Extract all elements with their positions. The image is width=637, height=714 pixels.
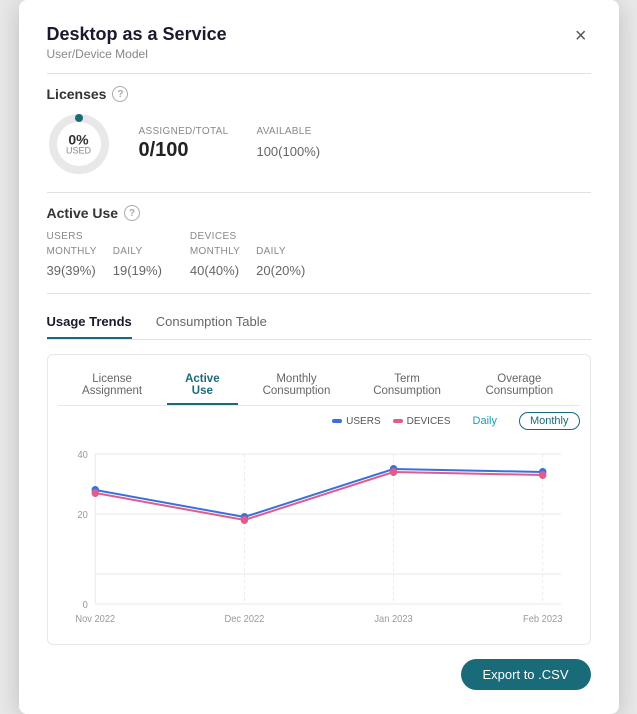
available-number: 100	[256, 144, 278, 159]
main-tabs: Usage Trends Consumption Table	[47, 306, 591, 340]
line-chart-svg: 40 20 0	[58, 434, 580, 634]
assigned-label: ASSIGNED/TOTAL	[139, 126, 229, 137]
chart-tab-monthly-consumption[interactable]: Monthly Consumption	[238, 369, 355, 405]
legend-devices: DEVICES	[393, 416, 451, 427]
daily-button[interactable]: Daily	[463, 413, 507, 429]
legend-users-label: USERS	[346, 416, 380, 427]
modal-title: Desktop as a Service	[47, 24, 227, 45]
donut-chart: 0% USED	[47, 112, 111, 176]
donut-used: USED	[66, 147, 91, 156]
modal-title-block: Desktop as a Service User/Device Model	[47, 24, 227, 61]
legend-devices-dot	[393, 419, 403, 423]
chart-area: 40 20 0	[58, 434, 580, 634]
devices-line	[95, 472, 542, 520]
chart-tab-license-assignment[interactable]: License Assignment	[58, 369, 167, 405]
svg-text:Jan 2023: Jan 2023	[374, 614, 412, 625]
tab-usage-trends[interactable]: Usage Trends	[47, 306, 132, 339]
chart-tabs: License Assignment Active Use Monthly Co…	[58, 369, 580, 405]
export-button[interactable]: Export to .CSV	[461, 659, 591, 690]
licenses-label: Licenses	[47, 86, 107, 102]
assigned-stat: ASSIGNED/TOTAL 0/100	[139, 126, 229, 162]
header-divider	[47, 73, 591, 74]
chart-tab-active-use[interactable]: Active Use	[167, 369, 238, 405]
devices-dot-2	[240, 516, 247, 524]
devices-monthly-label: MONTHLY	[190, 246, 240, 257]
legend-devices-label: DEVICES	[407, 416, 451, 427]
available-pct: (100%)	[278, 144, 320, 159]
users-daily-value: 19(19%)	[113, 258, 162, 281]
devices-daily-pct: (20%)	[271, 263, 306, 278]
active-use-help-icon[interactable]: ?	[124, 205, 140, 221]
devices-dot-3	[389, 468, 396, 476]
users-daily-pct: (19%)	[127, 263, 162, 278]
licenses-section-title: Licenses ?	[47, 86, 591, 102]
users-daily-number: 19	[113, 263, 127, 278]
active-use-divider	[47, 293, 591, 294]
available-label: AVAILABLE	[256, 126, 320, 137]
devices-daily-number: 20	[256, 263, 270, 278]
modal-subtitle: User/Device Model	[47, 47, 227, 61]
devices-dot-4	[538, 471, 545, 479]
assigned-value: 0/100	[139, 139, 229, 162]
svg-text:40: 40	[77, 450, 87, 461]
users-line	[95, 469, 542, 517]
users-monthly-value: 39(39%)	[47, 258, 97, 281]
users-monthly-label: MONTHLY	[47, 246, 97, 257]
chart-tab-term-consumption[interactable]: Term Consumption	[355, 369, 459, 405]
tab-consumption-table[interactable]: Consumption Table	[156, 306, 267, 339]
devices-dot-1	[91, 489, 98, 497]
svg-text:20: 20	[77, 510, 87, 521]
svg-text:Feb 2023: Feb 2023	[523, 614, 562, 625]
chart-tabs-legend-row: License Assignment Active Use Monthly Co…	[58, 369, 580, 406]
users-stats: MONTHLY 39(39%) DAILY 19(19%)	[47, 246, 162, 281]
devices-monthly-stat: MONTHLY 40(40%)	[190, 246, 240, 281]
devices-monthly-number: 40	[190, 263, 204, 278]
devices-group-label: DEVICES	[190, 231, 305, 242]
close-button[interactable]: ×	[571, 24, 591, 48]
available-stat: AVAILABLE 100(100%)	[256, 126, 320, 162]
available-value: 100(100%)	[256, 139, 320, 162]
licenses-row: 0% USED ASSIGNED/TOTAL 0/100 AVAILABLE 1…	[47, 112, 591, 176]
svg-text:Dec 2022: Dec 2022	[224, 614, 264, 625]
active-use-label: Active Use	[47, 205, 119, 221]
svg-text:Nov 2022: Nov 2022	[75, 614, 115, 625]
donut-pct: 0%	[66, 133, 91, 147]
users-monthly-stat: MONTHLY 39(39%)	[47, 246, 97, 281]
users-group-label: USERS	[47, 231, 162, 242]
devices-monthly-value: 40(40%)	[190, 258, 240, 281]
devices-daily-value: 20(20%)	[256, 258, 305, 281]
chart-container: License Assignment Active Use Monthly Co…	[47, 354, 591, 645]
users-monthly-pct: (39%)	[61, 263, 96, 278]
monthly-button[interactable]: Monthly	[519, 412, 580, 430]
devices-monthly-pct: (40%)	[204, 263, 239, 278]
devices-group: DEVICES MONTHLY 40(40%) DAILY 20(20%)	[190, 231, 305, 281]
devices-stats: MONTHLY 40(40%) DAILY 20(20%)	[190, 246, 305, 281]
svg-text:0: 0	[82, 600, 87, 611]
users-daily-stat: DAILY 19(19%)	[113, 246, 162, 281]
licenses-help-icon[interactable]: ?	[112, 86, 128, 102]
users-group: USERS MONTHLY 39(39%) DAILY 19(19%)	[47, 231, 162, 281]
devices-daily-stat: DAILY 20(20%)	[256, 246, 305, 281]
donut-center: 0% USED	[66, 133, 91, 156]
modal-container: Desktop as a Service User/Device Model ×…	[19, 0, 619, 714]
legend-users-dot	[332, 419, 342, 423]
users-monthly-number: 39	[47, 263, 61, 278]
modal-header: Desktop as a Service User/Device Model ×	[47, 24, 591, 61]
active-use-grid: USERS MONTHLY 39(39%) DAILY 19(19%) DEVI…	[47, 231, 591, 281]
users-daily-label: DAILY	[113, 246, 162, 257]
licenses-divider	[47, 192, 591, 193]
legend-users: USERS	[332, 416, 380, 427]
active-use-section-title: Active Use ?	[47, 205, 591, 221]
chart-tab-overage-consumption[interactable]: Overage Consumption	[459, 369, 579, 405]
devices-daily-label: DAILY	[256, 246, 305, 257]
export-row: Export to .CSV	[47, 659, 591, 690]
